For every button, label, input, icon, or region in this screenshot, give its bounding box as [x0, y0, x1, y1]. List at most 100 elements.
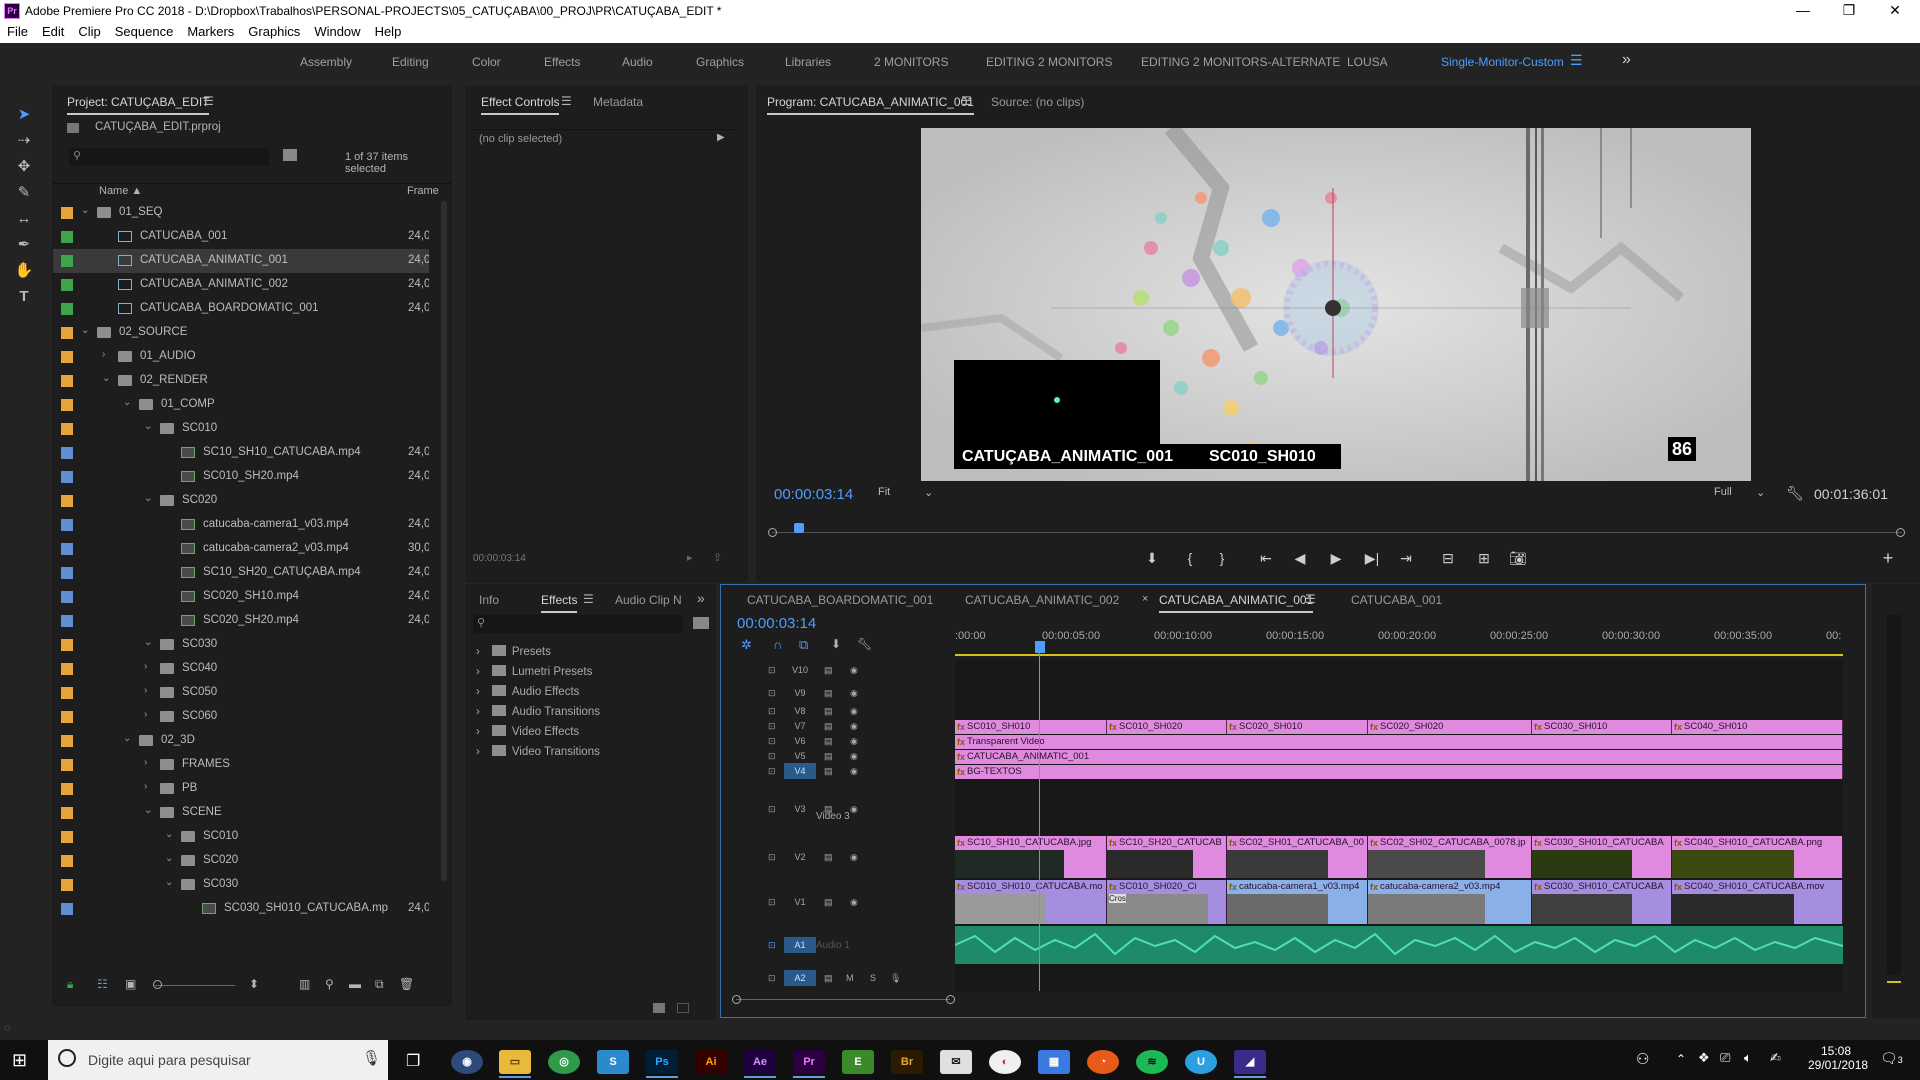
workspace-graphics[interactable]: Graphics — [696, 55, 744, 69]
settings-wrench-icon[interactable]: 🔧︎ — [1786, 485, 1804, 502]
chevron-right-icon[interactable]: › — [144, 757, 147, 768]
toggle-sync-lock-icon[interactable]: ▤ — [824, 721, 833, 732]
icon-view-icon[interactable]: ▣ — [125, 977, 136, 991]
project-item-row[interactable]: › PB — [53, 777, 429, 801]
workspace-color[interactable]: Color — [472, 55, 501, 69]
label-color-chip[interactable] — [61, 903, 73, 915]
track-target-label[interactable]: A2 — [784, 970, 816, 986]
chevron-right-icon[interactable]: › — [144, 685, 147, 696]
track-header-v7[interactable]: ⊡ V7 ▤ ◉ — [720, 720, 954, 735]
program-menu-icon[interactable]: ☰ — [961, 94, 972, 108]
pen-tool-icon[interactable]: ✒ — [12, 234, 36, 256]
toggle-output-eye-icon[interactable]: ◉ — [850, 766, 858, 777]
lock-track-icon[interactable]: ⊡ — [768, 897, 776, 908]
label-color-chip[interactable] — [61, 855, 73, 867]
toggle-output-eye-icon[interactable]: ◉ — [850, 852, 858, 863]
v2-clip[interactable]: fx SC02_SH02_CATUCABA_0078.jp — [1368, 836, 1532, 878]
track-target-label[interactable]: A1 — [784, 937, 816, 953]
track-target-label[interactable]: V7 — [784, 718, 816, 734]
timeline-playhead-handle[interactable] — [1035, 641, 1045, 653]
automate-to-sequence-icon[interactable]: ▥ — [299, 977, 310, 991]
toggle-output-eye-icon[interactable]: ◉ — [850, 721, 858, 732]
label-color-chip[interactable] — [61, 231, 73, 243]
label-color-chip[interactable] — [61, 591, 73, 603]
v7-clip[interactable]: fx SC010_SH010 — [955, 720, 1107, 734]
project-item-row[interactable]: SC010_SH20.mp4 24,0 — [53, 465, 429, 489]
label-color-chip[interactable] — [61, 879, 73, 891]
project-scrollbar[interactable] — [441, 201, 447, 881]
chevron-right-icon[interactable]: › — [102, 349, 105, 360]
label-color-chip[interactable] — [61, 327, 73, 339]
project-item-row[interactable]: ⌄ 02_RENDER — [53, 369, 429, 393]
lock-icon[interactable]: 🔒︎ — [67, 977, 73, 992]
metadata-tab[interactable]: Metadata — [593, 95, 643, 109]
effects-folder-item[interactable]: › Presets — [476, 645, 551, 658]
zoom-slider-handle[interactable] — [153, 980, 162, 989]
effects-folder-item[interactable]: › Video Transitions — [476, 745, 600, 758]
lock-track-icon[interactable]: ⊡ — [768, 751, 776, 762]
track-target-label[interactable]: V9 — [784, 685, 816, 701]
hand-tool-icon[interactable]: ✋ — [12, 260, 36, 282]
track-target-label[interactable]: V5 — [784, 748, 816, 764]
taskbar-clock[interactable]: 15:08 29/01/2018 — [1808, 1044, 1868, 1072]
timeline-settings-wrench-icon[interactable]: 🔧︎ — [857, 637, 872, 651]
snap-icon[interactable]: ✲ — [741, 637, 752, 653]
toggle-output-eye-icon[interactable]: ◉ — [850, 897, 858, 908]
label-color-chip[interactable] — [61, 759, 73, 771]
v4-clip-bg-textos[interactable]: fx BG-TEXTOS — [955, 765, 1843, 779]
label-color-chip[interactable] — [61, 351, 73, 363]
workspace-audio[interactable]: Audio — [622, 55, 653, 69]
effects-folder-item[interactable]: › Lumetri Presets — [476, 665, 592, 678]
mark-out-icon[interactable]: } — [1212, 550, 1232, 566]
track-header-a2[interactable]: ⊡ A2 ▤ M S 🎙︎ — [720, 966, 954, 992]
mark-in-icon[interactable]: { — [1180, 550, 1200, 566]
program-video-frame[interactable]: CATUÇABA_ANIMATIC_001 SC010_SH010 86 — [921, 128, 1751, 481]
chevron-down-icon[interactable]: ⌄ — [144, 421, 152, 432]
sort-icons-icon[interactable]: ⬍ — [249, 977, 259, 991]
timeline-menu-icon[interactable]: ☰ — [1305, 592, 1316, 606]
menu-window[interactable]: Window — [307, 22, 367, 41]
clear-icon[interactable]: 🗑︎ — [399, 977, 414, 991]
chevron-down-icon[interactable]: ⌄ — [144, 805, 152, 816]
step-forward-icon[interactable]: ▶| — [1362, 550, 1382, 567]
go-to-out-icon[interactable]: ⇥ — [1396, 550, 1416, 567]
effects-search-input[interactable]: ⚲ — [473, 615, 683, 633]
label-color-chip[interactable] — [61, 423, 73, 435]
v7-clip[interactable]: fx SC020_SH020 — [1368, 720, 1532, 734]
lock-track-icon[interactable]: ⊡ — [768, 804, 776, 815]
taskbar-sublime-icon[interactable]: S — [597, 1050, 629, 1074]
toggle-sync-lock-icon[interactable]: ▤ — [824, 706, 833, 717]
taskbar-after-effects-icon[interactable]: Ae — [744, 1050, 776, 1078]
voice-over-mic-icon[interactable]: 🎙︎ — [890, 973, 901, 984]
maximize-icon[interactable]: ❐ — [1826, 0, 1872, 22]
chevron-down-icon[interactable]: ⌄ — [81, 325, 89, 336]
lock-track-icon[interactable]: ⊡ — [768, 736, 776, 747]
project-item-row[interactable]: › FRAMES — [53, 753, 429, 777]
taskbar-obs-icon[interactable]: ◉ — [451, 1050, 483, 1074]
menu-markers[interactable]: Markers — [180, 22, 241, 41]
toggle-sync-lock-icon[interactable]: ▤ — [824, 973, 833, 984]
network-icon[interactable]: ⎚ — [1720, 1050, 1730, 1066]
track-target-label[interactable]: V10 — [784, 662, 816, 678]
v7-clip[interactable]: fx SC030_SH010 — [1532, 720, 1672, 734]
track-header-v6[interactable]: ⊡ V6 ▤ ◉ — [720, 735, 954, 750]
toggle-sync-lock-icon[interactable]: ▤ — [824, 897, 833, 908]
project-item-row[interactable]: catucaba-camera1_v03.mp4 24,0 — [53, 513, 429, 537]
project-item-row[interactable]: ⌄ SC030 — [53, 633, 429, 657]
lift-icon[interactable]: ⊟ — [1438, 550, 1458, 567]
project-search-input[interactable]: ⚲ — [69, 148, 269, 166]
workspace-editing-2-monitors-alternate[interactable]: EDITING 2 MONITORS-ALTERNATE — [1141, 55, 1340, 69]
track-header-v5[interactable]: ⊡ V5 ▤ ◉ — [720, 750, 954, 765]
menu-help[interactable]: Help — [368, 22, 409, 41]
add-marker-icon[interactable]: ⬇ — [1142, 550, 1162, 567]
source-tab[interactable]: Source: (no clips) — [991, 95, 1084, 109]
menu-sequence[interactable]: Sequence — [108, 22, 181, 41]
chevron-down-icon[interactable]: ⌄ — [123, 733, 131, 744]
project-item-row[interactable]: SC030_SH010_CATUCABA.mp 24,0 — [53, 897, 429, 921]
project-item-row[interactable]: › SC040 — [53, 657, 429, 681]
taskbar-app-icon[interactable]: ◐ — [989, 1050, 1021, 1074]
v1-clip[interactable]: fx SC040_SH010_CATUCABA.mov — [1672, 880, 1843, 924]
toggle-output-eye-icon[interactable]: ◉ — [850, 665, 858, 676]
project-item-row[interactable]: › SC050 — [53, 681, 429, 705]
effect-controls-tab[interactable]: Effect Controls — [481, 95, 560, 115]
